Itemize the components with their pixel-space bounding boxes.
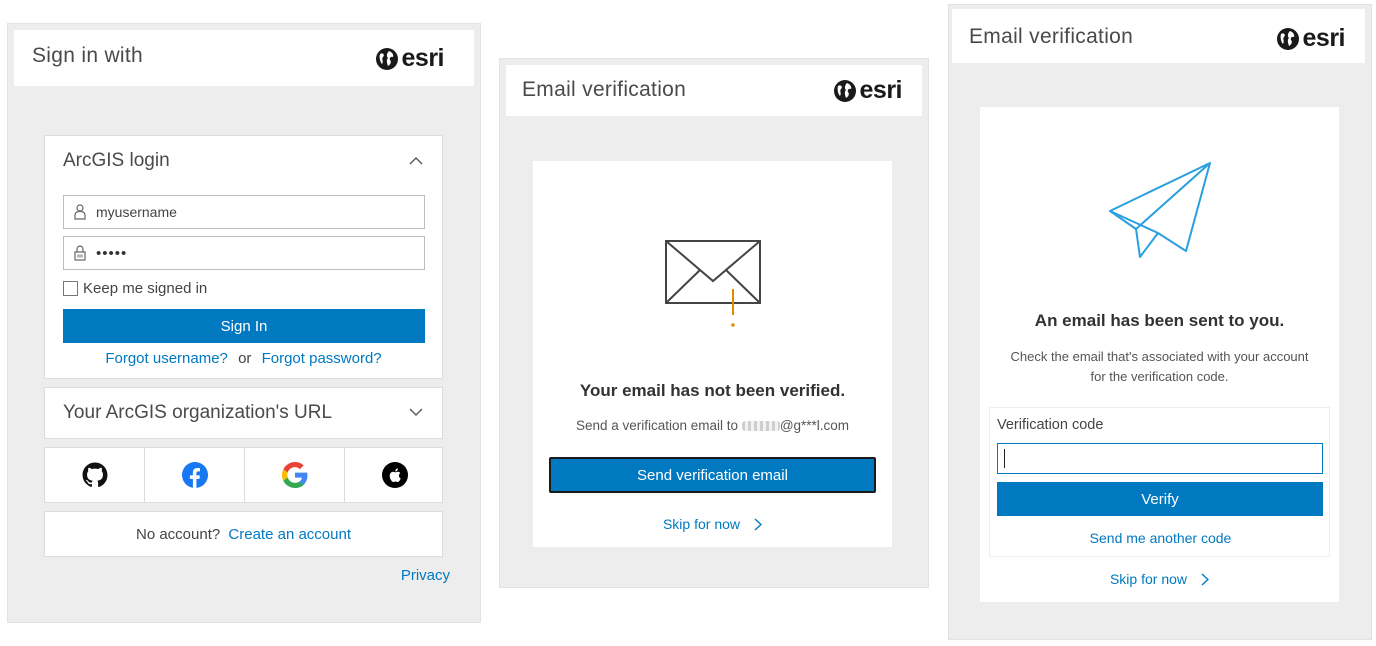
send-another-code-link[interactable]: Send me another code <box>990 530 1331 546</box>
skip-for-now-link[interactable]: Skip for now <box>533 516 892 532</box>
github-icon <box>82 462 107 487</box>
forgot-password-link[interactable]: Forgot password? <box>262 350 382 367</box>
esri-logo: esri <box>833 76 903 104</box>
globe-icon <box>833 79 856 102</box>
forgot-links: Forgot username? or Forgot password? <box>45 350 442 367</box>
send-to-line: Send a verification email to @g***l.com <box>533 418 892 433</box>
signin-button[interactable]: Sign In <box>63 309 425 343</box>
email-unverified-header-title: Email verification <box>522 78 687 101</box>
username-value: myusername <box>96 204 177 220</box>
no-account-label: No account? <box>136 526 221 543</box>
email-unverified-panel: Email verification esri Your email has n… <box>499 58 929 588</box>
email-unverified-card: Your email has not been verified. Send a… <box>533 161 892 547</box>
create-account-link[interactable]: Create an account <box>228 526 351 543</box>
or-label: or <box>238 350 252 367</box>
chevron-down-icon <box>409 408 423 416</box>
username-field[interactable]: myusername <box>63 195 425 229</box>
arcgis-login-card: ArcGIS login myusername ••••• Keep me si… <box>44 135 443 379</box>
chevron-right-icon <box>1201 572 1210 586</box>
esri-logo: esri <box>1276 24 1346 52</box>
google-icon <box>281 462 307 488</box>
email-sent-body-line1: Check the email that's associated with y… <box>1010 349 1309 364</box>
signin-header-title: Sign in with <box>32 44 143 67</box>
no-account-card: No account? Create an account <box>44 511 443 557</box>
esri-logo-text: esri <box>401 44 445 72</box>
verification-code-label: Verification code <box>997 417 1104 433</box>
org-url-toggle[interactable]: Your ArcGIS organization's URL <box>44 387 443 439</box>
facebook-login-button[interactable] <box>145 448 245 502</box>
masked-email-prefix <box>741 421 780 432</box>
email-sent-panel: Email verification esri An email has bee… <box>948 4 1372 640</box>
forgot-username-link[interactable]: Forgot username? <box>105 350 228 367</box>
esri-logo: esri <box>375 44 445 72</box>
apple-login-button[interactable] <box>345 448 445 502</box>
no-account-line: No account? Create an account <box>45 526 442 543</box>
email-sent-body: Check the email that's associated with y… <box>980 347 1339 387</box>
email-sent-body-line2: for the verification code. <box>1090 369 1229 384</box>
email-sent-heading: An email has been sent to you. <box>1034 311 1285 330</box>
arcgis-login-toggle[interactable]: ArcGIS login <box>45 136 442 186</box>
email-unverified-header: Email verification esri <box>506 65 922 116</box>
send-verification-button[interactable]: Send verification email <box>549 457 876 493</box>
social-login-row <box>44 447 443 503</box>
skip-for-now-label: Skip for now <box>662 516 741 532</box>
github-login-button[interactable] <box>45 448 145 502</box>
text-cursor <box>1004 449 1005 468</box>
chevron-right-icon <box>754 517 763 531</box>
signin-header: Sign in with esri <box>14 30 474 86</box>
masked-email-suffix: @g***l.com <box>779 418 850 433</box>
esri-logo-text: esri <box>859 76 903 104</box>
apple-icon <box>382 462 408 488</box>
globe-icon <box>1276 27 1299 50</box>
send-to-label: Send a verification email to <box>575 418 739 433</box>
verification-form: Verification code Verify Send me another… <box>989 407 1330 557</box>
lock-icon <box>74 245 86 261</box>
verify-button[interactable]: Verify <box>997 482 1323 516</box>
org-url-label: Your ArcGIS organization's URL <box>63 402 333 423</box>
facebook-icon <box>181 462 208 488</box>
keep-signed-in[interactable]: Keep me signed in <box>63 280 207 297</box>
google-login-button[interactable] <box>245 448 345 502</box>
esri-logo-text: esri <box>1302 24 1346 52</box>
keep-signed-in-label: Keep me signed in <box>83 280 208 297</box>
privacy-link[interactable]: Privacy <box>401 567 450 584</box>
skip-for-now-label: Skip for now <box>1109 571 1188 587</box>
paper-plane-icon <box>1109 162 1211 258</box>
unverified-heading: Your email has not been verified. <box>579 381 846 400</box>
verification-code-input[interactable] <box>997 443 1323 474</box>
envelope-warning-icon <box>665 240 761 327</box>
keep-signed-in-checkbox[interactable] <box>63 281 78 296</box>
arcgis-login-label: ArcGIS login <box>63 150 170 171</box>
email-sent-header-title: Email verification <box>969 25 1134 48</box>
chevron-up-icon <box>409 157 423 165</box>
user-icon <box>74 204 86 220</box>
password-field[interactable]: ••••• <box>63 236 425 270</box>
signin-panel: Sign in with esri ArcGIS login myusernam… <box>7 23 481 623</box>
email-sent-card: An email has been sent to you. Check the… <box>980 107 1339 602</box>
password-value: ••••• <box>96 244 128 262</box>
globe-icon <box>375 47 398 70</box>
email-sent-header: Email verification esri <box>952 9 1365 63</box>
skip-for-now-link[interactable]: Skip for now <box>980 571 1339 587</box>
